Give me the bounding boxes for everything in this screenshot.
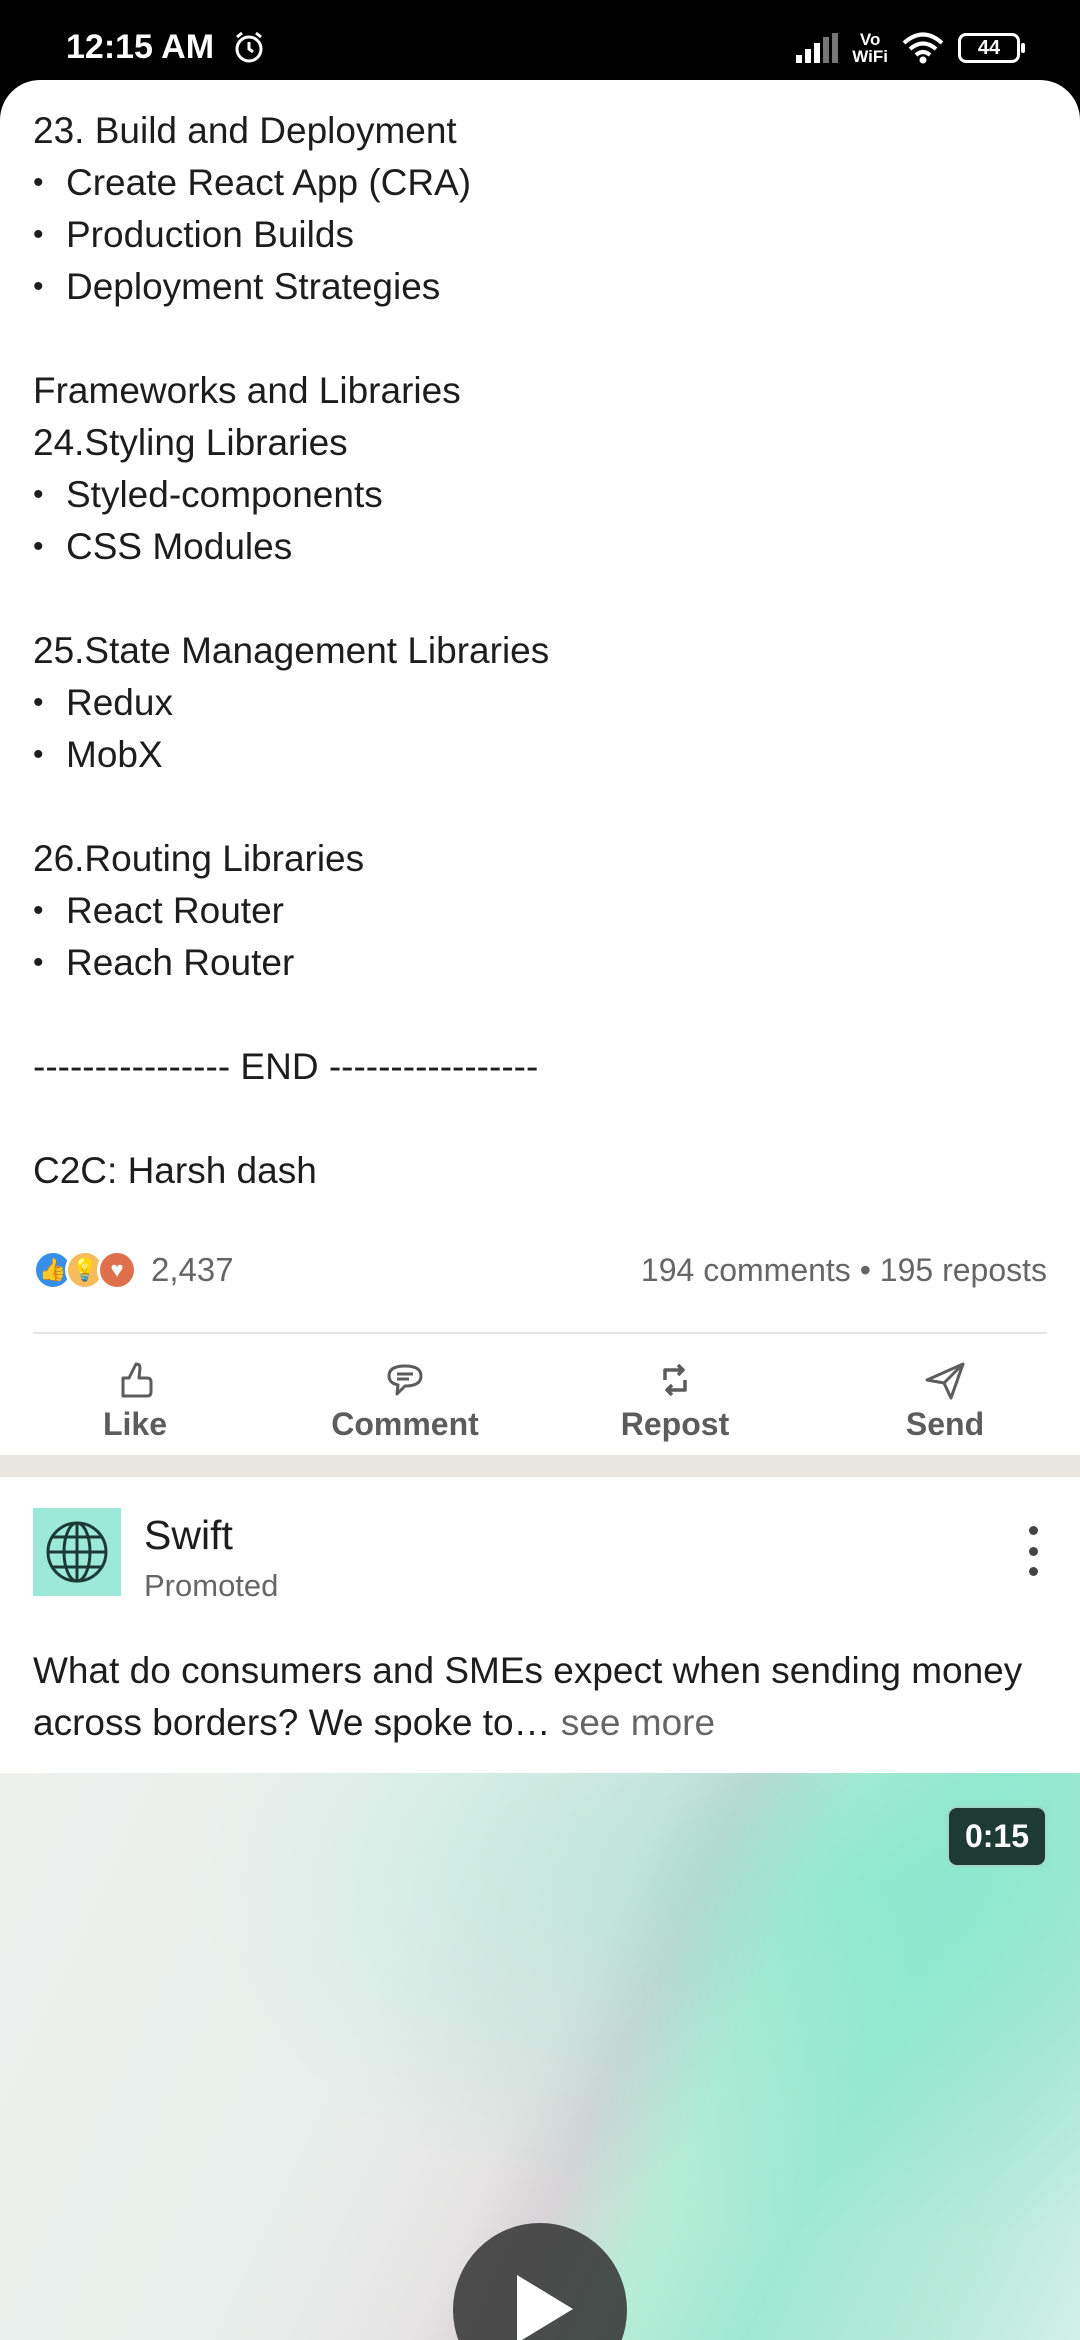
text-line (33, 989, 1033, 1041)
signal-icon (796, 33, 839, 63)
globe-icon (46, 1521, 108, 1583)
feed-separator (0, 1455, 1080, 1477)
post-actions: Like Comment Repost Send (0, 1345, 1080, 1455)
status-bar: 12:15 AM Vo WiFi 44 (0, 0, 1080, 80)
promoted-label: Promoted (144, 1568, 279, 1603)
repost-icon (663, 1363, 687, 1396)
text-line: 26.Routing Libraries (33, 838, 365, 879)
advertiser-logo[interactable] (33, 1508, 121, 1596)
post-text: 23. Build and Deployment Create React App… (33, 105, 1033, 1197)
ad-video[interactable]: 0:15 (0, 1773, 1080, 2340)
volte-indicator: Vo WiFi (852, 30, 888, 66)
bullet-item: Create React App (CRA) (33, 157, 1033, 209)
send-button[interactable]: Send (810, 1345, 1080, 1455)
text-line: Frameworks and Libraries (33, 370, 461, 411)
divider (33, 1332, 1047, 1334)
thumbs-up-icon (121, 1362, 153, 1397)
text-line (33, 781, 1033, 833)
text-line: ---------------- END ----------------- (33, 1046, 539, 1087)
repost-button[interactable]: Repost (540, 1345, 810, 1455)
comment-label: Comment (331, 1405, 479, 1442)
ad-header: Swift Promoted (33, 1508, 1047, 1618)
text-line: C2C: Harsh dash (33, 1150, 317, 1191)
bullet-item: React Router (33, 885, 1033, 937)
text-line: 25.State Management Libraries (33, 630, 550, 671)
bullet-item: Deployment Strategies (33, 261, 1033, 313)
advertiser-name[interactable]: Swift (144, 1512, 233, 1559)
bullet-item: Production Builds (33, 209, 1033, 261)
bullet-item: Redux (33, 677, 1033, 729)
more-options-icon[interactable] (1027, 1526, 1039, 1576)
text-line: 24.Styling Libraries (33, 422, 348, 463)
social-counts[interactable]: 👍 💡 ♥ 2,437 194 comments • 195 reposts (33, 1240, 1047, 1300)
text-line (33, 1093, 1033, 1145)
see-more-link[interactable]: see more (561, 1702, 715, 1743)
feed[interactable]: 23. Build and Deployment Create React App… (0, 80, 1080, 2340)
ad-text: What do consumers and SMEs expect when s… (33, 1650, 1023, 1743)
like-button[interactable]: Like (0, 1345, 270, 1455)
bullet-item: Styled-components (33, 469, 1033, 521)
text-line (33, 573, 1033, 625)
alarm-icon (235, 31, 263, 63)
ad-description[interactable]: What do consumers and SMEs expect when s… (33, 1645, 1047, 1749)
comment-icon (387, 1364, 423, 1395)
text-line: 23. Build and Deployment (33, 110, 457, 151)
send-icon (925, 1362, 965, 1399)
love-reaction-icon: ♥ (97, 1250, 137, 1290)
bullet-item: MobX (33, 729, 1033, 781)
bullet-item: CSS Modules (33, 521, 1033, 573)
bullet-item: Reach Router (33, 937, 1033, 989)
video-duration: 0:15 (946, 1806, 1047, 1867)
wifi-icon (902, 32, 944, 64)
send-label: Send (905, 1405, 985, 1442)
like-label: Like (102, 1405, 168, 1442)
comment-button[interactable]: Comment (270, 1345, 540, 1455)
text-line (33, 313, 1033, 365)
battery-indicator: 44 (958, 33, 1025, 63)
reaction-count[interactable]: 2,437 (151, 1251, 234, 1289)
reaction-icons[interactable]: 👍 💡 ♥ (33, 1250, 137, 1290)
status-time: 12:15 AM (66, 28, 215, 66)
repost-label: Repost (620, 1405, 730, 1442)
play-icon[interactable] (453, 2223, 627, 2340)
comments-reposts-count[interactable]: 194 comments • 195 reposts (641, 1252, 1047, 1289)
